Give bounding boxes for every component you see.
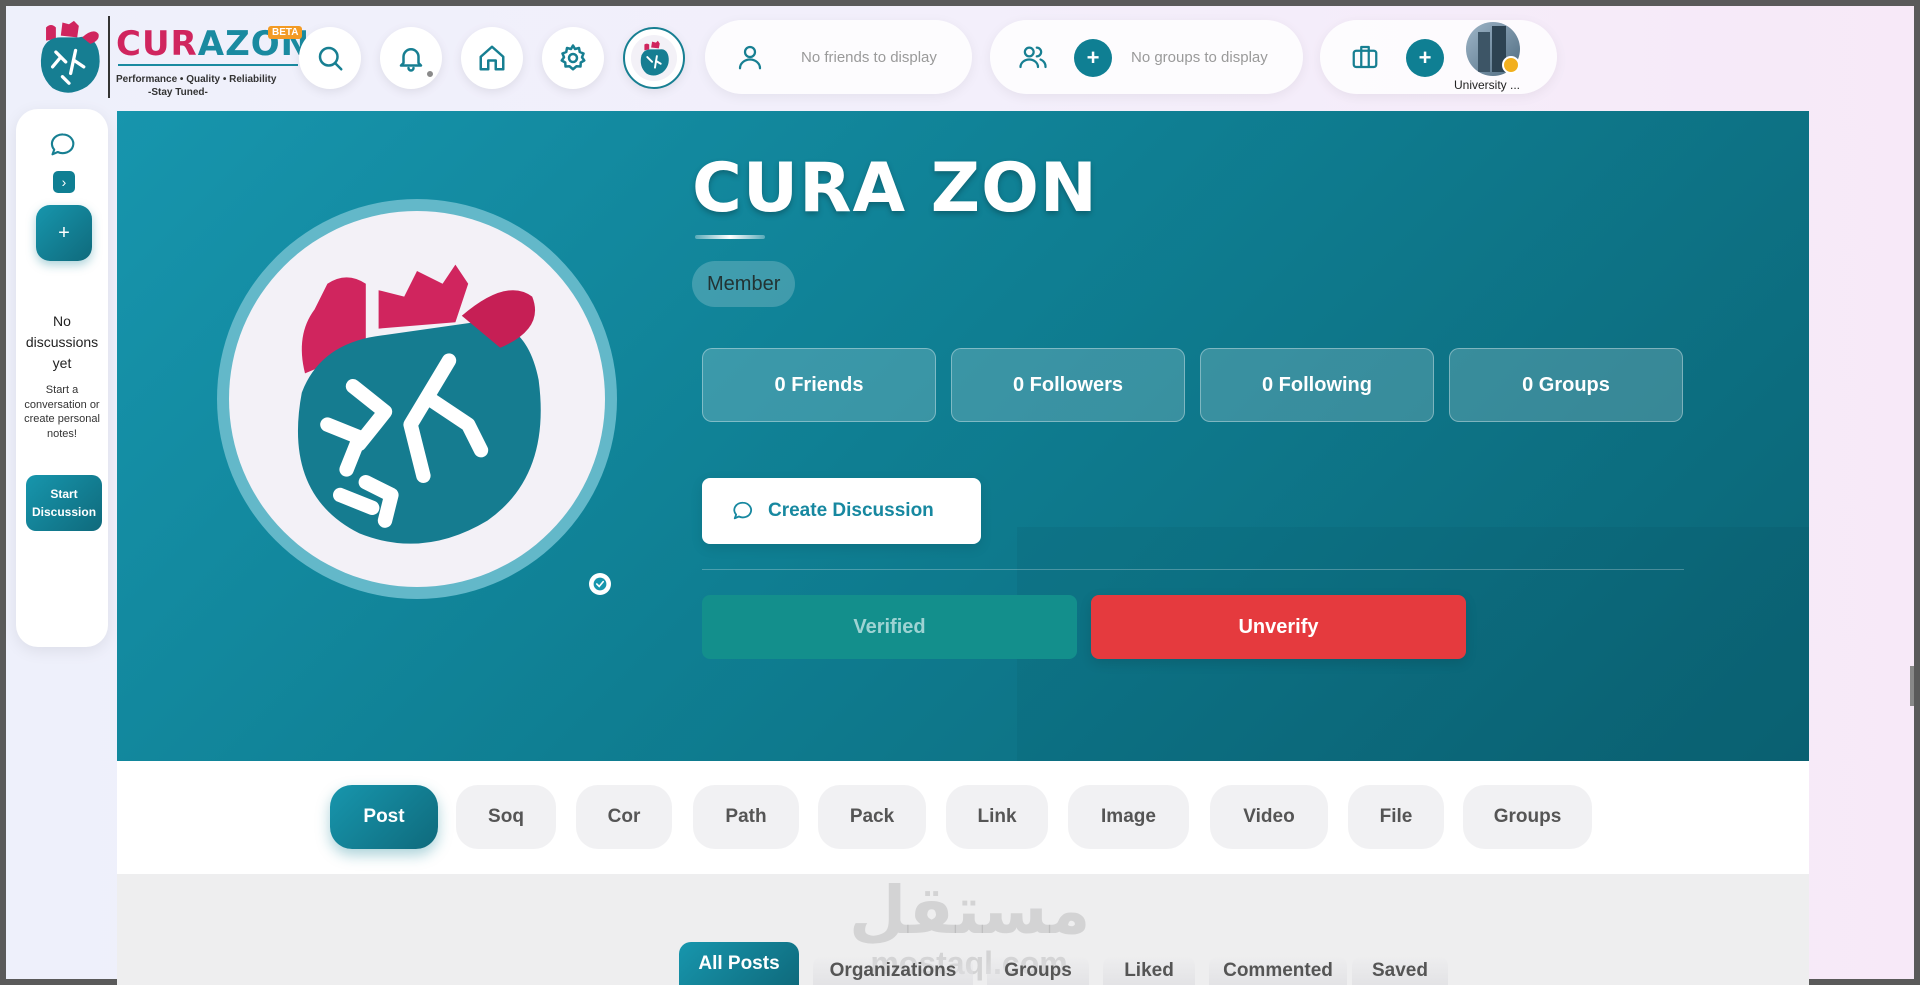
page-scrollbar[interactable] xyxy=(1910,666,1914,706)
tab-soq[interactable]: Soq xyxy=(456,785,556,849)
profile-name: CURA ZON xyxy=(692,149,1098,228)
stat-following[interactable]: 0 Following xyxy=(1200,348,1434,422)
organization-pill[interactable]: + University ... xyxy=(1320,20,1557,94)
user-icon xyxy=(738,45,762,70)
tab-post[interactable]: Post xyxy=(330,785,438,849)
logo-underline xyxy=(118,64,298,66)
gear-icon xyxy=(560,44,586,71)
search-button[interactable] xyxy=(299,27,361,89)
watermark-arabic: مستقل xyxy=(849,874,1091,949)
subtab-organizations[interactable]: Organizations xyxy=(813,956,973,985)
brand-tagline: Performance • Quality • Reliability xyxy=(116,74,277,85)
university-label: University ... xyxy=(1454,78,1521,92)
avatar-heart-icon xyxy=(630,34,678,82)
profile-avatar-button[interactable] xyxy=(623,27,685,89)
create-discussion-label: Create Discussion xyxy=(768,500,934,521)
tab-groups[interactable]: Groups xyxy=(1463,785,1592,849)
new-discussion-button[interactable]: + xyxy=(36,205,92,261)
building-shape xyxy=(1478,32,1490,72)
logo-divider xyxy=(108,16,110,98)
bell-icon xyxy=(399,48,423,72)
top-bar: CURAZON BETA Performance • Quality • Rel… xyxy=(6,6,1914,106)
subtab-saved[interactable]: Saved xyxy=(1352,956,1448,985)
home-icon xyxy=(479,45,505,71)
settings-button[interactable] xyxy=(542,27,604,89)
verified-button[interactable]: Verified xyxy=(702,595,1077,659)
content-tabs: Post Soq Cor Path Pack Link Image Video … xyxy=(117,761,1809,874)
briefcase-icon xyxy=(1352,45,1378,69)
start-discussion-button[interactable]: Start Discussion xyxy=(26,475,102,531)
subtab-groups[interactable]: Groups xyxy=(987,956,1089,985)
subtab-commented[interactable]: Commented xyxy=(1209,956,1347,985)
posts-area: مستقل mostaql.com All Posts Organization… xyxy=(117,874,1809,985)
tab-file[interactable]: File xyxy=(1348,785,1444,849)
discussions-sidebar: › + No discussions yet Start a conversat… xyxy=(16,109,108,647)
friends-pill[interactable]: No friends to display xyxy=(705,20,972,94)
stat-friends[interactable]: 0 Friends xyxy=(702,348,936,422)
add-organization-button[interactable]: + xyxy=(1406,39,1444,77)
hero-divider xyxy=(702,569,1684,570)
friends-empty-text: No friends to display xyxy=(801,49,937,66)
tab-video[interactable]: Video xyxy=(1210,785,1328,849)
stat-groups[interactable]: 0 Groups xyxy=(1449,348,1683,422)
subtab-liked[interactable]: Liked xyxy=(1103,956,1195,985)
tab-pack[interactable]: Pack xyxy=(818,785,926,849)
tab-image[interactable]: Image xyxy=(1068,785,1189,849)
users-icon xyxy=(1019,46,1047,69)
chat-bubble-icon xyxy=(733,501,752,520)
empty-discussions-title: No discussions yet xyxy=(25,313,99,371)
notification-status-dot xyxy=(425,69,435,79)
beta-badge: BETA xyxy=(268,26,303,39)
brand-tagline-sub: -Stay Tuned- xyxy=(148,87,208,98)
profile-picture[interactable] xyxy=(217,199,617,599)
post-filter-tabs: All Posts Organizations Groups Liked Com… xyxy=(557,942,1448,985)
role-badge: Member xyxy=(692,261,796,307)
notifications-button[interactable] xyxy=(380,27,442,89)
profile-picture-inner xyxy=(229,211,605,587)
heart-logo-icon xyxy=(40,20,100,93)
stat-followers[interactable]: 0 Followers xyxy=(951,348,1185,422)
chat-bubble-icon[interactable] xyxy=(49,131,77,159)
brand-logo[interactable]: CURAZON BETA Performance • Quality • Rel… xyxy=(28,12,309,102)
groups-empty-text: No groups to display xyxy=(1131,49,1268,66)
verified-org-badge-icon xyxy=(1502,56,1520,74)
tab-path[interactable]: Path xyxy=(693,785,799,849)
expand-sidebar-button[interactable]: › xyxy=(53,171,75,193)
create-discussion-button[interactable]: Create Discussion xyxy=(702,478,981,544)
groups-pill[interactable]: + No groups to display xyxy=(990,20,1303,94)
subtab-all-posts[interactable]: All Posts xyxy=(679,942,799,985)
empty-discussions-description: Start a conversation or create personal … xyxy=(24,384,100,440)
tab-cor[interactable]: Cor xyxy=(576,785,672,849)
home-button[interactable] xyxy=(461,27,523,89)
search-icon xyxy=(318,46,343,71)
add-group-button[interactable]: + xyxy=(1074,39,1112,77)
name-underline xyxy=(695,235,765,239)
heart-illustration-icon xyxy=(297,264,541,544)
profile-header: CURA ZON Member 0 Friends 0 Followers 0 … xyxy=(117,111,1809,761)
verified-check-icon xyxy=(589,573,611,595)
tab-link[interactable]: Link xyxy=(946,785,1048,849)
unverify-button[interactable]: Unverify xyxy=(1091,595,1466,659)
